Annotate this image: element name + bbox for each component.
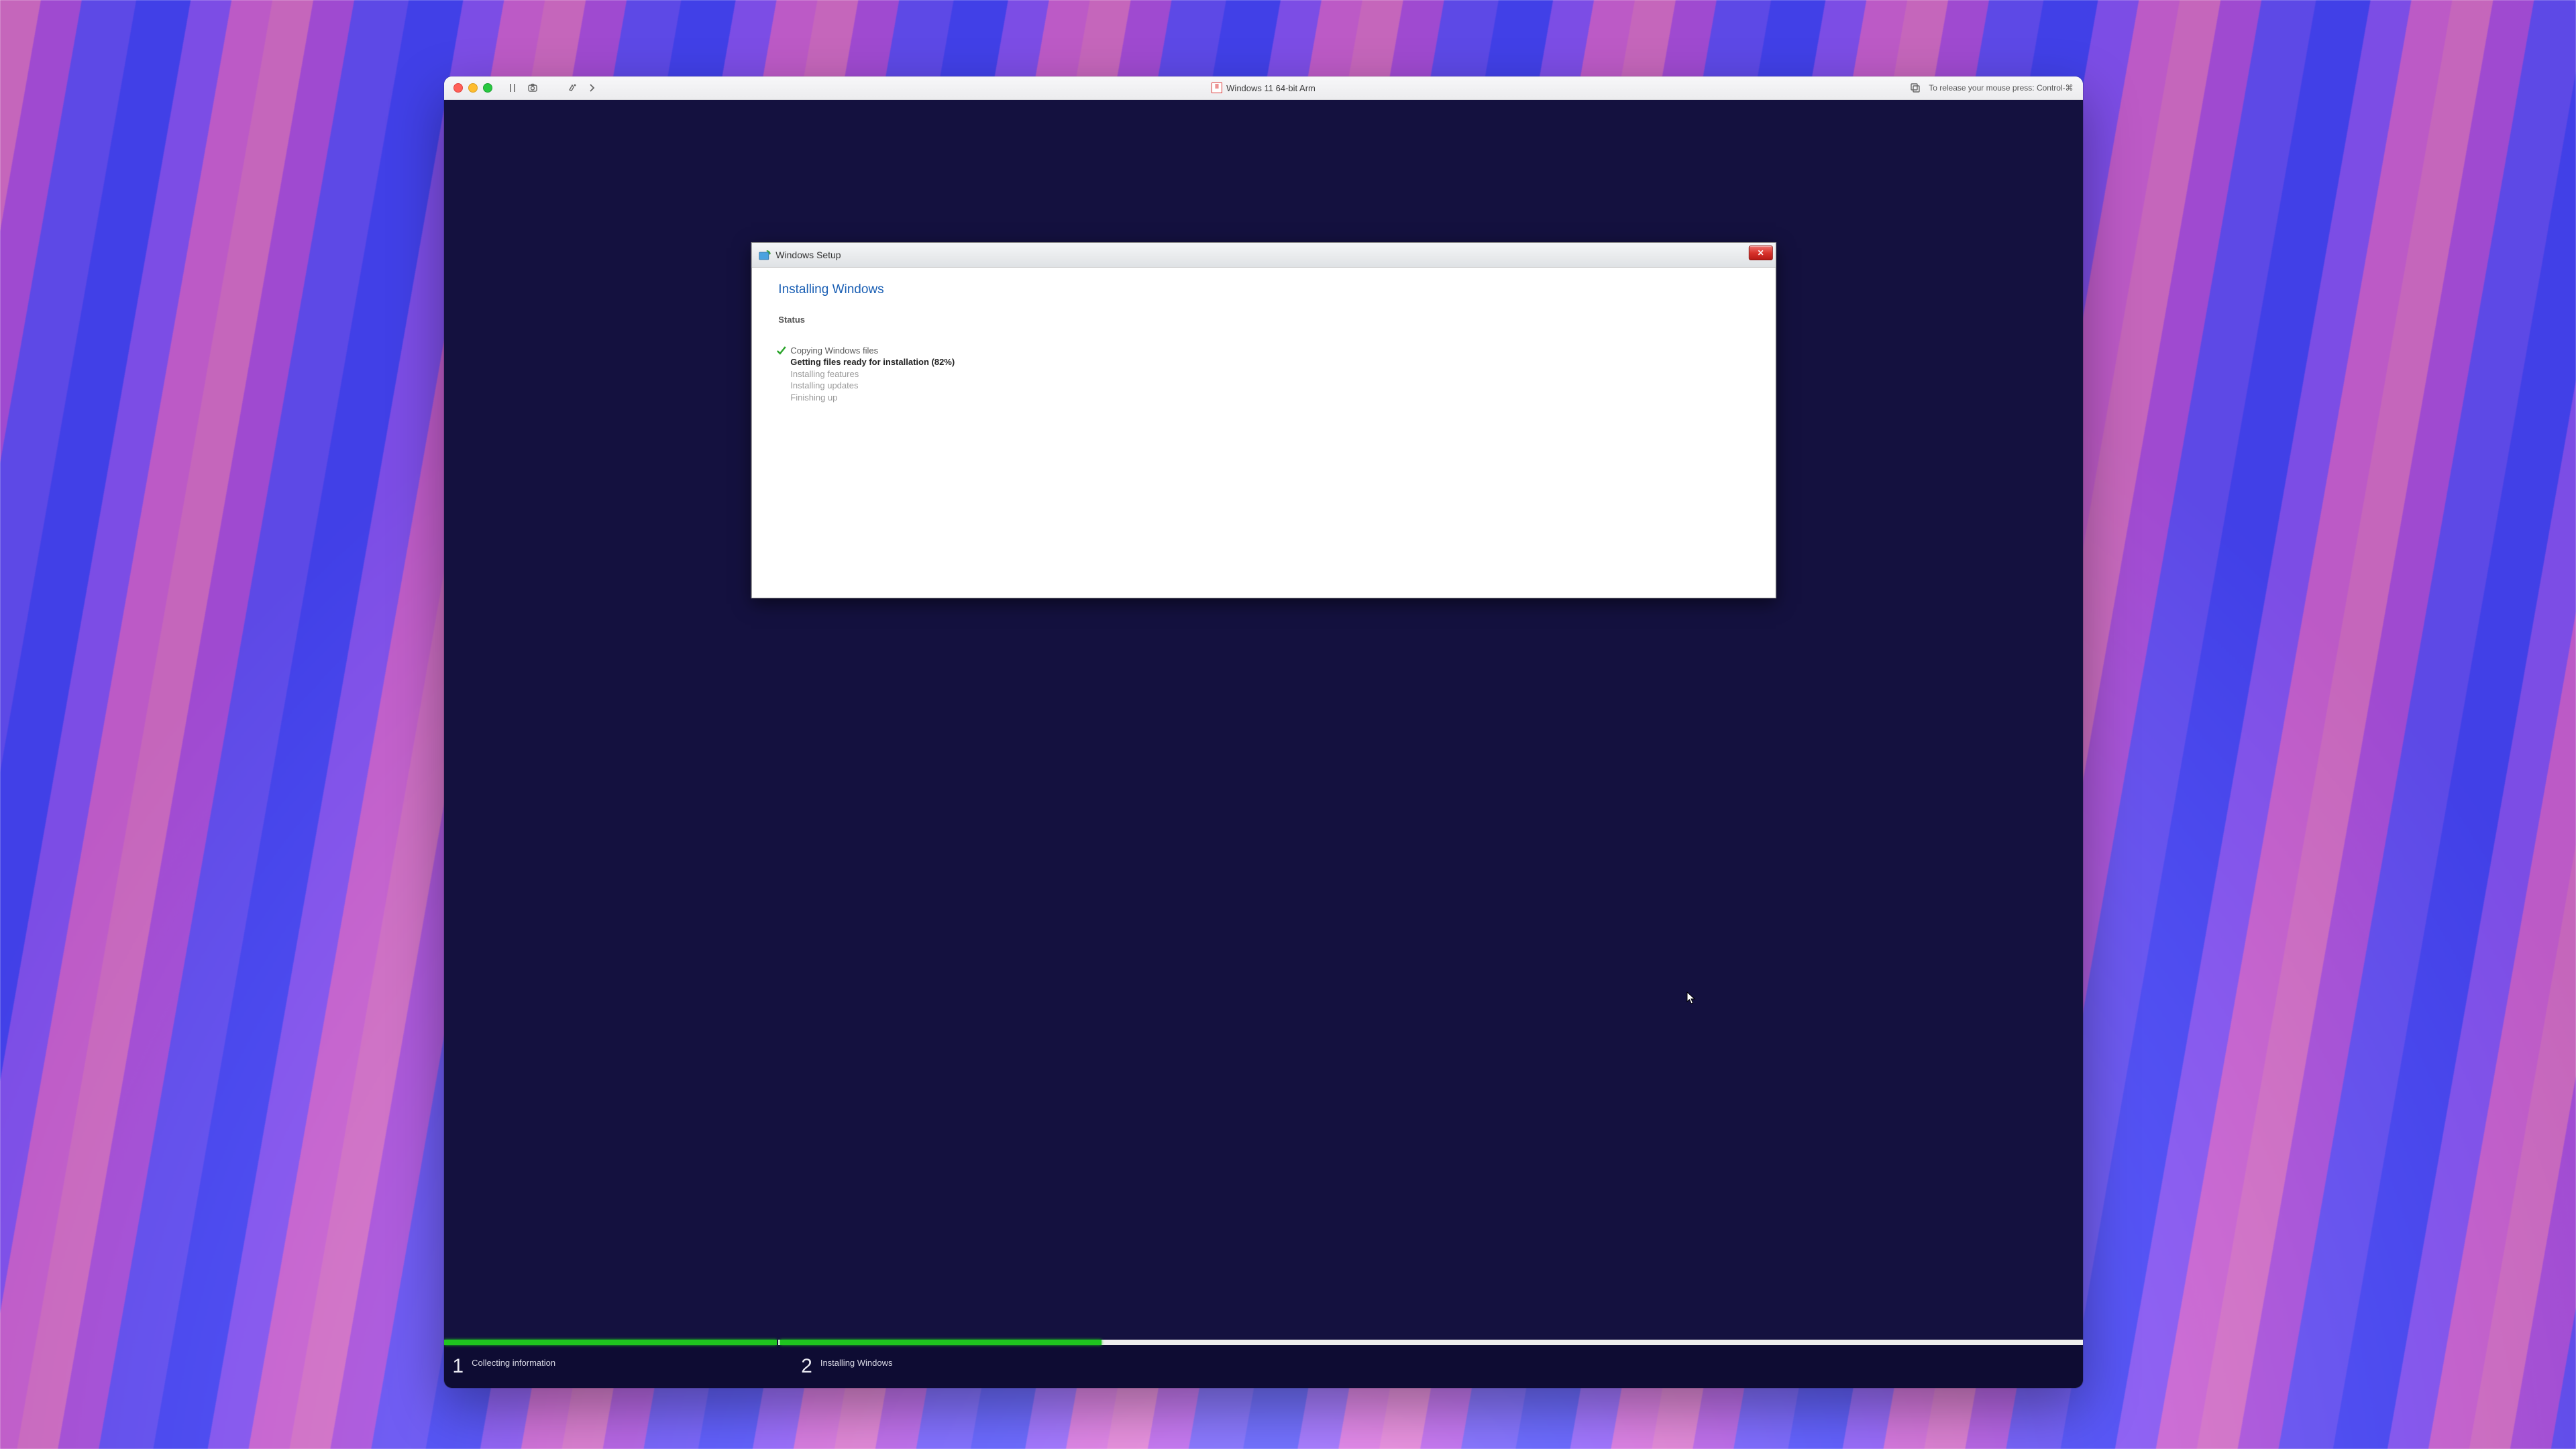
check-icon	[775, 345, 786, 356]
guest-screen: Windows Setup ✕ Installing Windows Statu…	[444, 100, 2082, 1388]
pause-vm-icon[interactable]	[507, 83, 518, 93]
vm-title: II Windows 11 64-bit Arm	[444, 83, 2082, 93]
install-stage: 2 Installing Windows	[793, 1345, 1142, 1388]
stage-number: 2	[801, 1356, 812, 1377]
zoom-window-button[interactable]	[483, 83, 492, 93]
install-stage: 1 Collecting information	[444, 1345, 793, 1388]
install-step-label: Installing updates	[790, 380, 858, 392]
dialog-title: Windows Setup	[775, 250, 841, 260]
release-mouse-hint: To release your mouse press: Control-⌘	[1929, 83, 2073, 93]
vm-window: II Windows 11 64-bit Arm To release your…	[444, 76, 2082, 1388]
coherence-icon[interactable]	[1910, 83, 1921, 93]
install-step-label: Copying Windows files	[790, 345, 878, 357]
stage-label: Collecting information	[472, 1358, 555, 1368]
vm-toolbar-left	[507, 83, 538, 93]
install-step: Finishing up	[775, 392, 1748, 404]
install-steps-list: Copying Windows filesGetting files ready…	[775, 345, 1748, 404]
progress-segment-1	[444, 1340, 777, 1345]
install-step-label: Installing features	[790, 368, 859, 380]
minimize-window-button[interactable]	[468, 83, 478, 93]
snapshot-icon[interactable]	[527, 83, 538, 93]
install-stages: 1 Collecting information 2 Installing Wi…	[444, 1345, 2082, 1388]
install-step-label: Finishing up	[790, 392, 837, 404]
windows-setup-icon	[758, 249, 770, 261]
vm-toolbar-actions	[568, 83, 597, 93]
stage-number: 1	[452, 1356, 464, 1377]
install-step: Installing features	[775, 368, 1748, 380]
mouse-cursor-icon	[1686, 991, 1696, 1005]
parallels-icon: II	[1212, 83, 1222, 93]
close-window-button[interactable]	[453, 83, 463, 93]
install-step-label: Getting files ready for installation (82…	[790, 356, 955, 368]
progress-divider	[777, 1340, 778, 1345]
vm-titlebar: II Windows 11 64-bit Arm To release your…	[444, 76, 2082, 100]
install-step: Getting files ready for installation (82…	[775, 356, 1748, 368]
dialog-heading: Installing Windows	[778, 282, 1748, 297]
install-step: Copying Windows files	[775, 345, 1748, 357]
status-label: Status	[778, 315, 1748, 325]
install-progress-strip: 1 Collecting information 2 Installing Wi…	[444, 1340, 2082, 1388]
progress-segment-2	[780, 1340, 1102, 1345]
install-step: Installing updates	[775, 380, 1748, 392]
actions-menu-icon[interactable]	[568, 83, 578, 93]
windows-setup-dialog: Windows Setup ✕ Installing Windows Statu…	[751, 242, 1776, 598]
dialog-titlebar[interactable]: Windows Setup ✕	[751, 243, 1775, 268]
chevron-right-icon[interactable]	[586, 83, 597, 93]
progress-track	[444, 1340, 2082, 1345]
window-controls	[453, 83, 492, 93]
vm-title-text: Windows 11 64-bit Arm	[1226, 83, 1316, 93]
stage-label: Installing Windows	[820, 1358, 893, 1368]
dialog-body: Installing Windows Status Copying Window…	[751, 268, 1775, 598]
dialog-close-button[interactable]: ✕	[1749, 246, 1773, 260]
vm-toolbar-right: To release your mouse press: Control-⌘	[1910, 83, 2073, 93]
